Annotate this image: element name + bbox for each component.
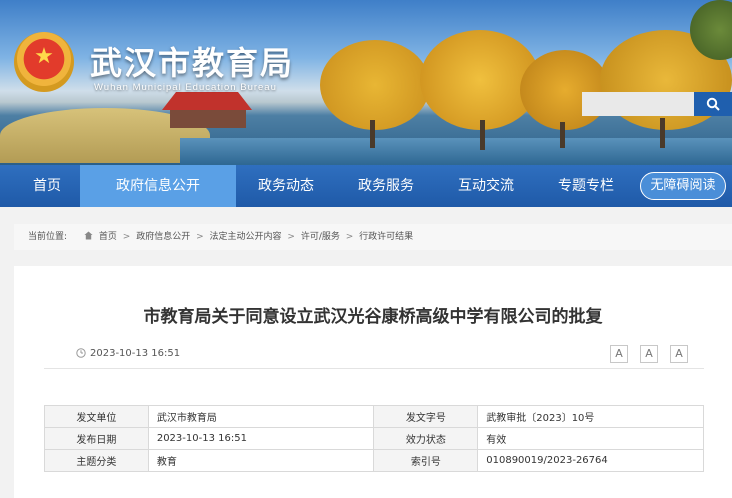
search-box <box>582 92 732 116</box>
info-value: 武汉市教育局 <box>147 405 375 428</box>
article-date: 2023-10-13 16:51 <box>90 348 181 359</box>
clock-icon <box>76 348 86 358</box>
main-nav: 首页 政府信息公开 政务动态 政务服务 互动交流 专题专栏 <box>0 165 732 207</box>
accessibility-button[interactable]: 无障碍阅读 <box>640 172 726 200</box>
banner-trunk <box>370 120 375 148</box>
article-title: 市教育局关于同意设立武汉光谷康桥高级中学有限公司的批复 <box>143 307 603 327</box>
breadcrumb-item-license[interactable]: 许可/服务 <box>301 232 340 242</box>
article-panel: 市教育局关于同意设立武汉光谷康桥高级中学有限公司的批复 2023-10-13 1… <box>14 266 732 498</box>
breadcrumb-separator: > <box>122 232 131 242</box>
breadcrumb-item-result[interactable]: 行政许可结果 <box>359 232 413 242</box>
nav-item-topics[interactable]: 专题专栏 <box>536 165 636 207</box>
banner-trunk <box>660 118 665 148</box>
search-icon <box>706 97 720 111</box>
info-value: 有效 <box>477 427 704 450</box>
breadcrumb-separator: > <box>287 232 295 242</box>
info-value: 教育 <box>147 449 375 472</box>
banner-trunk <box>560 122 565 148</box>
banner-tree <box>320 40 430 130</box>
breadcrumb-item-home[interactable]: 首页 <box>99 232 117 242</box>
table-row: 主题分类 教育 索引号 010890019/2023-26764 <box>44 449 704 472</box>
font-size-small-button[interactable]: A <box>670 345 688 363</box>
info-key: 发文单位 <box>44 405 149 428</box>
table-row: 发文单位 武汉市教育局 发文字号 武教审批〔2023〕10号 <box>44 405 704 428</box>
font-size-large-button[interactable]: A <box>610 345 628 363</box>
nav-item-interaction[interactable]: 互动交流 <box>436 165 536 207</box>
banner-tree <box>520 50 610 130</box>
breadcrumb-item-statutory[interactable]: 法定主动公开内容 <box>210 232 282 242</box>
search-button[interactable] <box>694 92 732 116</box>
home-icon <box>84 231 93 240</box>
info-key: 发布日期 <box>44 427 149 450</box>
info-key: 主题分类 <box>44 449 149 472</box>
breadcrumb-separator: > <box>196 232 204 242</box>
article-date-wrap: 2023-10-13 16:51 <box>76 348 180 359</box>
site-subtitle: Wuhan Municipal Education Bureau <box>94 82 277 93</box>
banner-pavilion <box>170 110 246 128</box>
breadcrumb-label: 当前位置: <box>28 232 68 242</box>
site-title[interactable]: 武汉市教育局 <box>90 38 294 84</box>
font-size-medium-button[interactable]: A <box>640 345 658 363</box>
breadcrumb-item-gov-info[interactable]: 政府信息公开 <box>136 232 190 242</box>
info-key: 效力状态 <box>373 427 479 450</box>
info-key: 发文字号 <box>373 405 479 428</box>
nav-item-home[interactable]: 首页 <box>14 165 80 207</box>
info-value: 武教审批〔2023〕10号 <box>477 405 704 428</box>
national-emblem-icon: ★ <box>14 32 74 92</box>
nav-item-gov-info[interactable]: 政府信息公开 <box>80 165 236 207</box>
breadcrumb: 当前位置: 首页 > 政府信息公开 > 法定主动公开内容 > 许可/服务 > 行… <box>14 224 732 250</box>
breadcrumb-trail: 首页 > 政府信息公开 > 法定主动公开内容 > 许可/服务 > 行政许可结果 <box>84 224 413 250</box>
info-value: 010890019/2023-26764 <box>477 449 704 472</box>
info-key: 索引号 <box>373 449 479 472</box>
nav-item-gov-services[interactable]: 政务服务 <box>336 165 436 207</box>
info-value: 2023-10-13 16:51 <box>147 427 375 450</box>
banner-pavilion-roof <box>162 92 252 110</box>
breadcrumb-separator: > <box>345 232 354 242</box>
nav-item-gov-news[interactable]: 政务动态 <box>236 165 336 207</box>
banner-trunk <box>480 120 485 150</box>
document-info-table: 发文单位 武汉市教育局 发文字号 武教审批〔2023〕10号 发布日期 2023… <box>44 405 704 472</box>
header-banner: ★ 武汉市教育局 Wuhan Municipal Education Burea… <box>0 0 732 165</box>
search-input[interactable] <box>582 92 694 116</box>
article-meta: 2023-10-13 16:51 A A A <box>44 341 704 369</box>
banner-lake <box>180 138 732 165</box>
table-row: 发布日期 2023-10-13 16:51 效力状态 有效 <box>44 427 704 450</box>
